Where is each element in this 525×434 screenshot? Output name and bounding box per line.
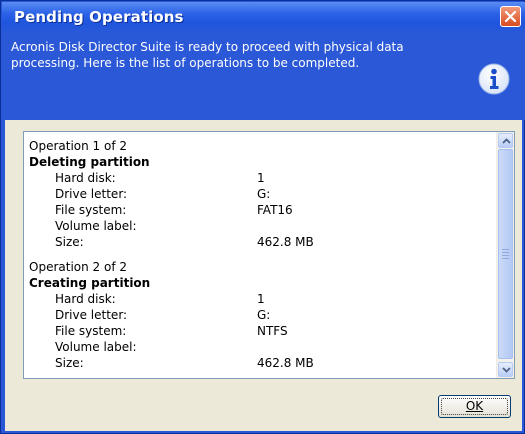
vertical-scrollbar[interactable] [496, 132, 514, 378]
operations-list[interactable]: Operation 1 of 2 Deleting partition Hard d… [23, 131, 515, 379]
field-value: G: [257, 308, 271, 322]
grip-line [502, 258, 509, 259]
operation-field-row: Size: 462.8 MB [29, 234, 494, 250]
scroll-down-button[interactable] [498, 362, 513, 377]
close-icon [505, 11, 516, 22]
field-value: FAT16 [257, 203, 293, 217]
operation-field-row: Hard disk: 1 [29, 291, 494, 307]
operation-title: Deleting partition [29, 155, 150, 169]
field-label: Drive letter: [55, 308, 128, 322]
grip-line [502, 252, 509, 253]
field-value: 462.8 MB [257, 235, 314, 249]
field-value: NTFS [257, 324, 288, 338]
chevron-up-icon [502, 138, 511, 144]
operation-field-row: Drive letter: G: [29, 186, 494, 202]
operations-list-content: Operation 1 of 2 Deleting partition Hard d… [29, 138, 494, 378]
scrollbar-thumb[interactable] [498, 149, 513, 359]
field-value: 1 [257, 171, 265, 185]
operation-field-row: Size: 462.8 MB [29, 355, 494, 371]
field-label: Size: [55, 235, 84, 249]
operation-title: Creating partition [29, 276, 151, 290]
operation-field-row: Hard disk: 1 [29, 170, 494, 186]
operation-field-row: Volume label: [29, 339, 494, 355]
operation-field-row: File system: NTFS [29, 323, 494, 339]
operation-counter: Operation 2 of 2 [29, 260, 127, 274]
field-label: File system: [55, 324, 127, 338]
operation-field-row: Volume label: [29, 218, 494, 234]
field-value: 1 [257, 292, 265, 306]
field-label: File system: [55, 203, 127, 217]
field-label: Volume label: [55, 219, 137, 233]
field-label: Hard disk: [55, 171, 116, 185]
close-button[interactable] [500, 6, 521, 27]
operation-counter: Operation 1 of 2 [29, 139, 127, 153]
operation-field-row: Drive letter: G: [29, 307, 494, 323]
ok-button[interactable]: OK [438, 395, 511, 418]
operation-block: Operation 2 of 2 Creating partition Hard d… [29, 259, 494, 371]
field-label: Volume label: [55, 340, 137, 354]
operation-block: Operation 1 of 2 Deleting partition Hard d… [29, 138, 494, 250]
operation-field-row: File system: FAT16 [29, 202, 494, 218]
field-value: G: [257, 187, 271, 201]
field-label: Drive letter: [55, 187, 128, 201]
info-icon [478, 63, 510, 95]
field-value: 462.8 MB [257, 356, 314, 370]
title-bar[interactable]: Pending Operations [2, 2, 525, 34]
chevron-down-icon [502, 367, 511, 373]
window-title: Pending Operations [14, 8, 184, 26]
ok-button-label: OK [465, 399, 484, 413]
field-label: Hard disk: [55, 292, 116, 306]
header-message: Acronis Disk Director Suite is ready to … [11, 40, 404, 70]
field-label: Size: [55, 356, 84, 370]
grip-line [502, 249, 509, 250]
scroll-up-button[interactable] [498, 133, 513, 148]
grip-line [502, 255, 509, 256]
